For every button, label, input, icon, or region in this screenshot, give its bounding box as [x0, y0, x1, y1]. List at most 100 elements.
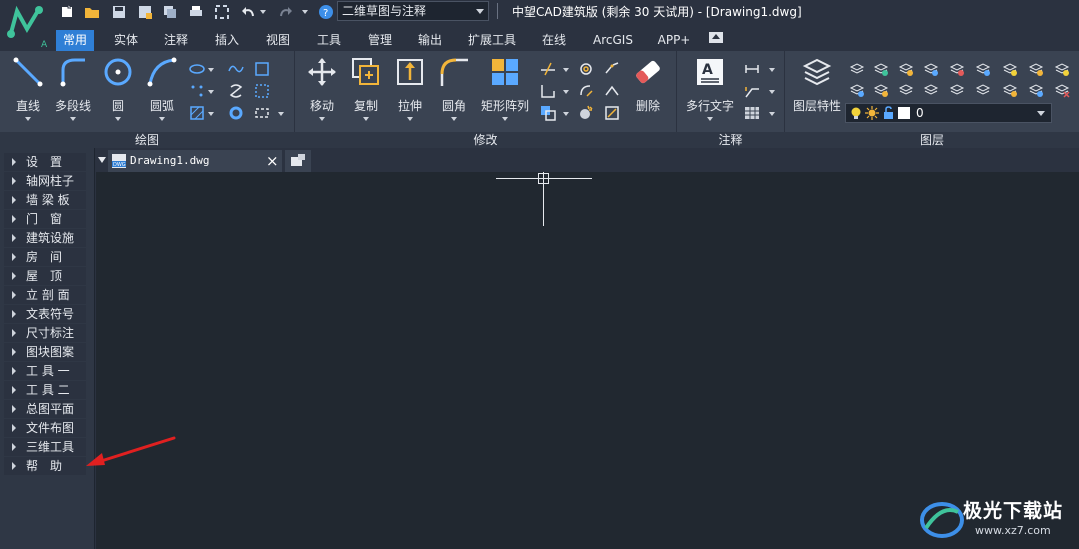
rectangle-icon[interactable]	[254, 61, 270, 77]
palette-item-3d-tools[interactable]: 三维工具	[4, 438, 86, 456]
tab-manage[interactable]: 管理	[360, 30, 400, 51]
copy-button[interactable]: 复制	[348, 56, 384, 121]
tab-annotate[interactable]: 注释	[156, 30, 196, 51]
hatch-icon[interactable]	[189, 105, 205, 121]
mirror-dropdown-icon[interactable]	[563, 90, 569, 94]
arc-button[interactable]: 圆弧	[142, 56, 182, 121]
annotation-panel-label[interactable]: 注释	[677, 132, 784, 148]
offset-icon[interactable]	[578, 61, 594, 77]
table-dropdown-icon[interactable]	[769, 112, 775, 116]
edit-polyline-icon[interactable]	[604, 105, 620, 121]
wipeout-icon[interactable]	[254, 105, 270, 121]
leader-icon[interactable]	[744, 83, 760, 99]
scale-icon[interactable]	[540, 105, 556, 121]
undo-dropdown-icon[interactable]	[260, 10, 266, 14]
layer-delete-icon[interactable]	[1054, 82, 1070, 98]
palette-item-tools-one[interactable]: 工 具 一	[4, 362, 86, 380]
point-icon[interactable]	[189, 83, 205, 99]
break-icon[interactable]	[604, 61, 620, 77]
batch-plot-icon[interactable]	[162, 4, 178, 20]
layer-tool-icon[interactable]	[1028, 61, 1044, 77]
hatch-dropdown-icon[interactable]	[208, 112, 214, 116]
workspace-select[interactable]: 二维草图与注释	[337, 1, 489, 21]
explode-icon[interactable]	[578, 105, 594, 121]
layer-tool-icon[interactable]	[949, 61, 965, 77]
palette-item-elevation-section[interactable]: 立 剖 面	[4, 286, 86, 304]
scale-dropdown-icon[interactable]	[563, 112, 569, 116]
layer-tool-icon[interactable]	[1054, 61, 1070, 77]
document-menu-icon[interactable]	[98, 157, 106, 163]
join-icon[interactable]	[604, 83, 620, 99]
ellipse-icon[interactable]	[189, 61, 205, 77]
palette-item-file-layout[interactable]: 文件布图	[4, 419, 86, 437]
line-button[interactable]: 直线	[8, 56, 48, 121]
palette-item-dimension[interactable]: 尺寸标注	[4, 324, 86, 342]
polyline-button[interactable]: 多段线	[52, 56, 94, 121]
palette-item-settings[interactable]: 设 置	[4, 153, 86, 171]
palette-item-help[interactable]: 帮 助	[4, 457, 86, 475]
linear-dimension-icon[interactable]	[744, 61, 760, 77]
layer-tool-icon[interactable]	[1002, 61, 1018, 77]
tab-arcgis[interactable]: ArcGIS	[586, 30, 640, 51]
layer-tool-icon[interactable]	[923, 61, 939, 77]
undo-icon[interactable]	[240, 4, 256, 20]
point-dropdown-icon[interactable]	[208, 90, 214, 94]
open-folder-icon[interactable]	[84, 4, 100, 20]
layer-tool-icon[interactable]	[975, 61, 991, 77]
redo-dropdown-icon[interactable]	[302, 10, 308, 14]
leader-dropdown-icon[interactable]	[769, 90, 775, 94]
tab-online[interactable]: 在线	[534, 30, 574, 51]
trim-icon[interactable]	[540, 61, 556, 77]
tab-insert[interactable]: 插入	[207, 30, 247, 51]
sun-icon[interactable]	[865, 106, 879, 120]
palette-item-axis-column[interactable]: 轴网柱子	[4, 172, 86, 190]
trim-dropdown-icon[interactable]	[563, 68, 569, 72]
tab-app-plus[interactable]: APP+	[650, 30, 698, 51]
dimension-dropdown-icon[interactable]	[769, 68, 775, 72]
wipeout-dropdown-icon[interactable]	[278, 112, 284, 116]
tab-home[interactable]: 常用	[56, 30, 94, 51]
close-icon[interactable]: ×	[266, 151, 279, 171]
layer-tool-icon[interactable]	[849, 82, 865, 98]
modify-panel-label[interactable]: 修改	[295, 132, 676, 148]
tab-tools[interactable]: 工具	[309, 30, 349, 51]
layer-tool-icon[interactable]	[898, 61, 914, 77]
ellipse-dropdown-icon[interactable]	[208, 68, 214, 72]
palette-item-block-pattern[interactable]: 图块图案	[4, 343, 86, 361]
fillet-button[interactable]: 圆角	[436, 56, 472, 121]
new-file-icon[interactable]	[59, 4, 75, 20]
tab-output[interactable]: 输出	[410, 30, 450, 51]
new-tab-button[interactable]	[285, 150, 311, 172]
layer-panel-label[interactable]: 图层	[785, 132, 1079, 148]
print-icon[interactable]	[188, 4, 204, 20]
palette-item-roof[interactable]: 屋 顶	[4, 267, 86, 285]
region-icon[interactable]	[254, 83, 270, 99]
lightbulb-icon[interactable]	[849, 106, 863, 120]
tab-view[interactable]: 视图	[258, 30, 298, 51]
revcloud-icon[interactable]	[228, 83, 244, 99]
erase-button[interactable]: 删除	[630, 56, 666, 114]
layer-tool-icon[interactable]	[873, 82, 889, 98]
document-tab[interactable]: DWG Drawing1.dwg	[108, 150, 282, 172]
redo-icon[interactable]	[278, 4, 294, 20]
layer-select[interactable]: 0	[845, 103, 1052, 123]
rect-array-button[interactable]: 矩形阵列	[478, 56, 532, 121]
unlock-icon[interactable]	[881, 106, 895, 120]
palette-item-door-window[interactable]: 门 窗	[4, 210, 86, 228]
ribbon-collapse-icon[interactable]	[709, 32, 723, 43]
save-as-icon[interactable]	[137, 4, 153, 20]
palette-item-site-plan[interactable]: 总图平面	[4, 400, 86, 418]
layer-tool-icon[interactable]	[975, 82, 991, 98]
mtext-button[interactable]: A 多行文字	[684, 56, 736, 121]
layer-tool-icon[interactable]	[873, 61, 889, 77]
drawing-canvas[interactable]	[96, 172, 1079, 549]
draw-panel-label[interactable]: 绘图	[0, 132, 294, 148]
layer-properties-button[interactable]: 图层特性	[792, 56, 842, 114]
layer-tool-icon[interactable]	[898, 82, 914, 98]
tab-extensions[interactable]: 扩展工具	[462, 30, 522, 51]
stretch-button[interactable]: 拉伸	[392, 56, 428, 121]
palette-item-room[interactable]: 房 间	[4, 248, 86, 266]
save-icon[interactable]	[111, 4, 127, 20]
tab-solid[interactable]: 实体	[106, 30, 146, 51]
donut-icon[interactable]	[228, 105, 244, 121]
